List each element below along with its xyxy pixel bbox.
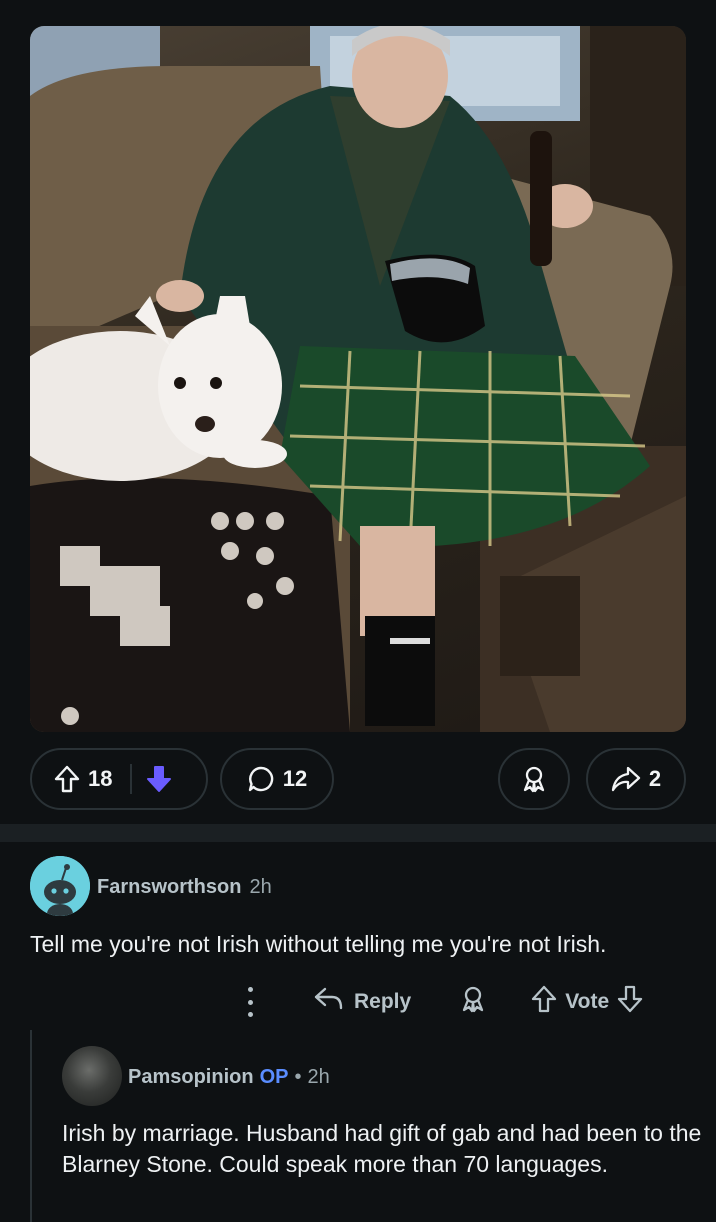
snoo-avatar-icon xyxy=(30,856,90,916)
reply-time: 2h xyxy=(307,1066,330,1088)
reply-body: Irish by marriage. Husband had gift of g… xyxy=(62,1120,702,1177)
vote-pill: 18 xyxy=(30,748,208,810)
award-icon xyxy=(520,765,548,793)
comment-body: Tell me you're not Irish without telling… xyxy=(30,931,607,957)
share-icon xyxy=(611,765,641,793)
reply-icon xyxy=(314,986,344,1018)
more-options-icon[interactable] xyxy=(240,987,260,1017)
post-image[interactable] xyxy=(30,26,686,732)
reply-button[interactable]: Reply xyxy=(314,986,411,1018)
comment-icon xyxy=(247,765,275,793)
reply-author-row: Pamsopinion OP • 2h xyxy=(128,1066,330,1089)
comment-award-button[interactable] xyxy=(459,985,487,1019)
comment-vote: Vote xyxy=(531,985,643,1019)
thread-line[interactable] xyxy=(30,1030,32,1222)
avatar[interactable] xyxy=(30,856,90,916)
comment-actions: Reply Vote xyxy=(240,982,643,1022)
comment-author[interactable]: Farnsworthson xyxy=(97,876,241,898)
upvote-icon[interactable] xyxy=(531,985,557,1019)
reply-label: Reply xyxy=(354,990,412,1013)
award-button[interactable] xyxy=(498,748,570,810)
share-button[interactable]: 2 xyxy=(586,748,686,810)
post-action-bar: 18 12 2 xyxy=(30,748,686,810)
reply-author[interactable]: Pamsopinion xyxy=(128,1066,254,1088)
op-badge: OP xyxy=(259,1066,289,1088)
vote-label: Vote xyxy=(565,990,610,1013)
downvote-icon[interactable] xyxy=(146,765,172,793)
post-photo xyxy=(30,26,686,732)
share-count: 2 xyxy=(648,766,662,791)
comment-count: 12 xyxy=(282,766,308,791)
upvote-icon[interactable] xyxy=(54,765,80,793)
section-divider xyxy=(0,824,716,842)
award-icon xyxy=(459,985,487,1019)
comment-time: 2h xyxy=(249,876,272,898)
downvote-icon[interactable] xyxy=(617,985,643,1019)
upvote-count: 18 xyxy=(88,766,113,791)
avatar[interactable] xyxy=(62,1046,122,1106)
comments-button[interactable]: 12 xyxy=(220,748,334,810)
separator-dot: • xyxy=(294,1066,302,1088)
vote-separator xyxy=(130,764,133,794)
comment-author-row: Farnsworthson 2h xyxy=(97,876,272,899)
